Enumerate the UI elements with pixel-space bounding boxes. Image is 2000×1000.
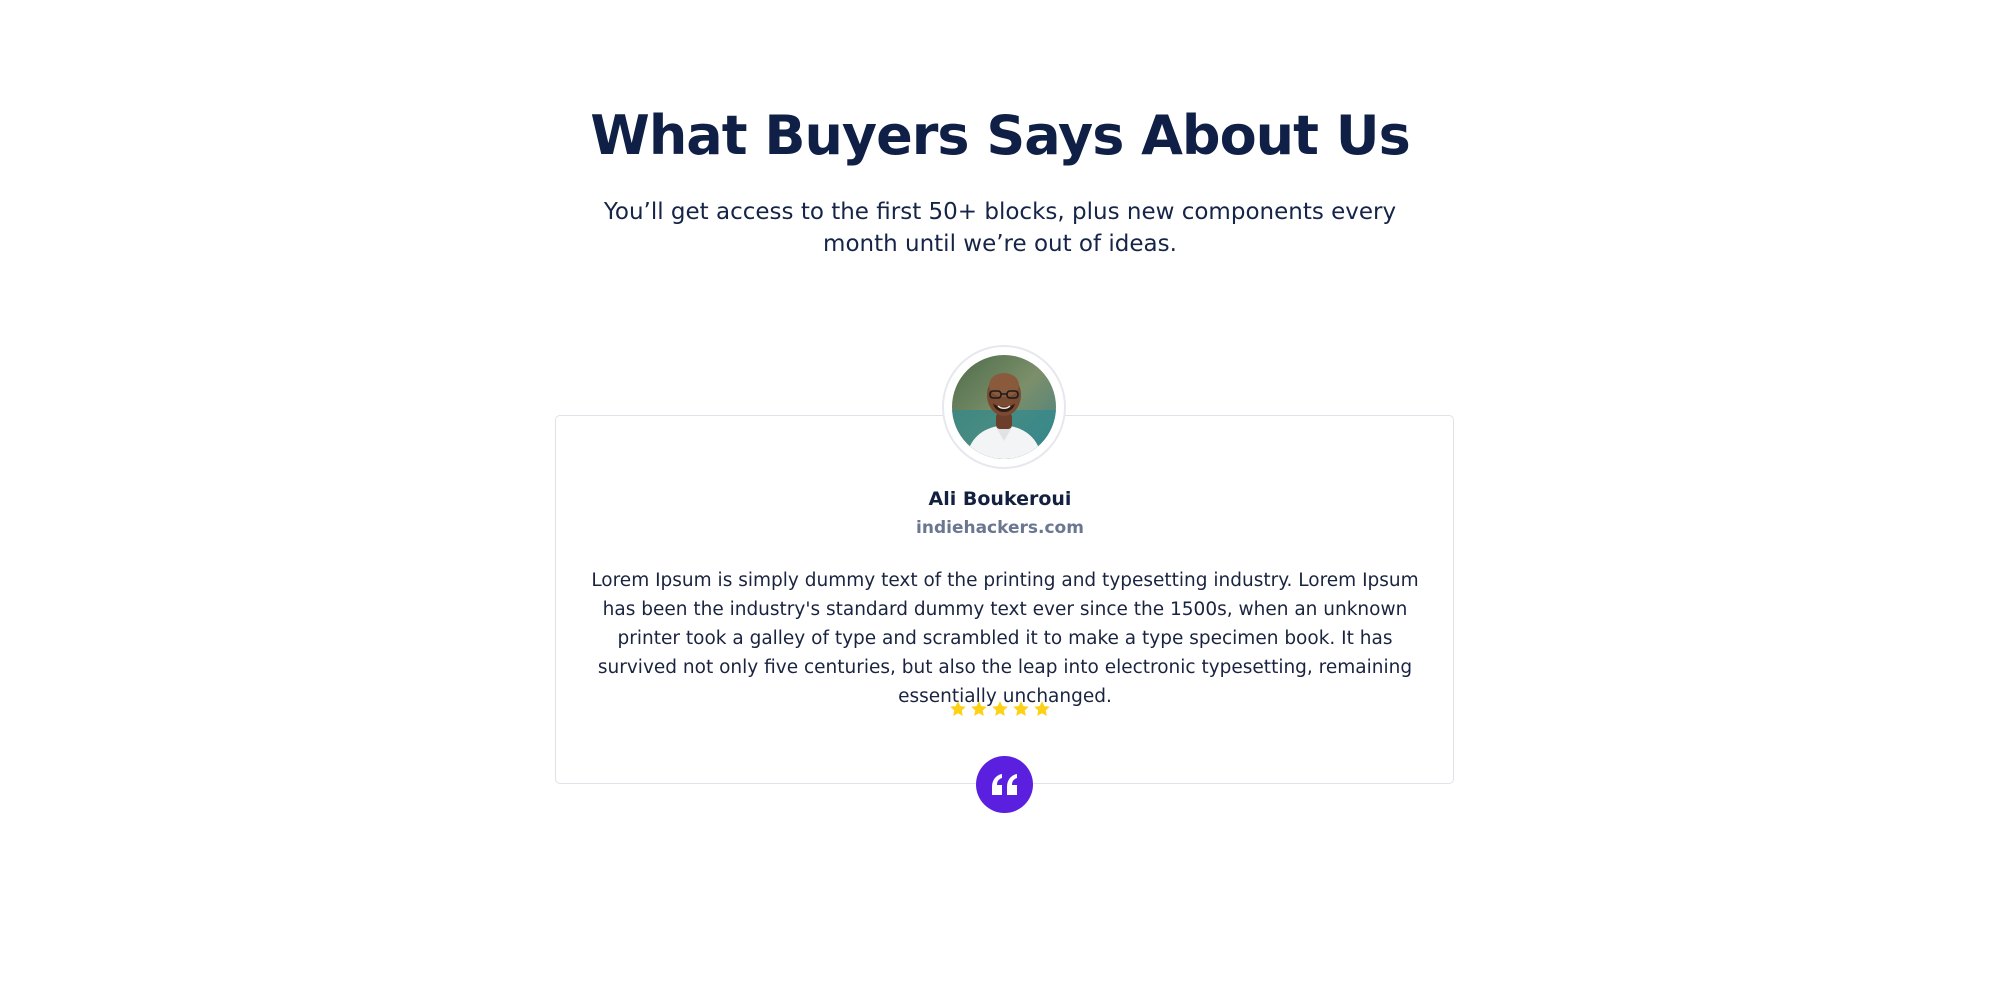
avatar <box>942 345 1066 469</box>
testimonial-text: Lorem Ipsum is simply dummy text of the … <box>591 570 1419 707</box>
testimonials-section: What Buyers Says About Us You’ll get acc… <box>0 0 2000 1000</box>
star-icon <box>950 701 966 716</box>
quote-icon <box>992 774 1017 795</box>
star-icon <box>1034 701 1050 716</box>
quote-badge <box>976 756 1033 813</box>
reviewer-name: Ali Boukeroui <box>928 488 1072 510</box>
star-icon <box>992 701 1008 716</box>
star-rating <box>0 700 2000 718</box>
star-icon <box>1013 701 1029 716</box>
avatar-photo <box>952 355 1056 459</box>
star-icon <box>971 701 987 716</box>
section-subtitle: You’ll get access to the first 50+ block… <box>603 199 1397 257</box>
section-title: What Buyers Says About Us <box>590 104 1410 167</box>
reviewer-website: indiehackers.com <box>916 518 1084 538</box>
